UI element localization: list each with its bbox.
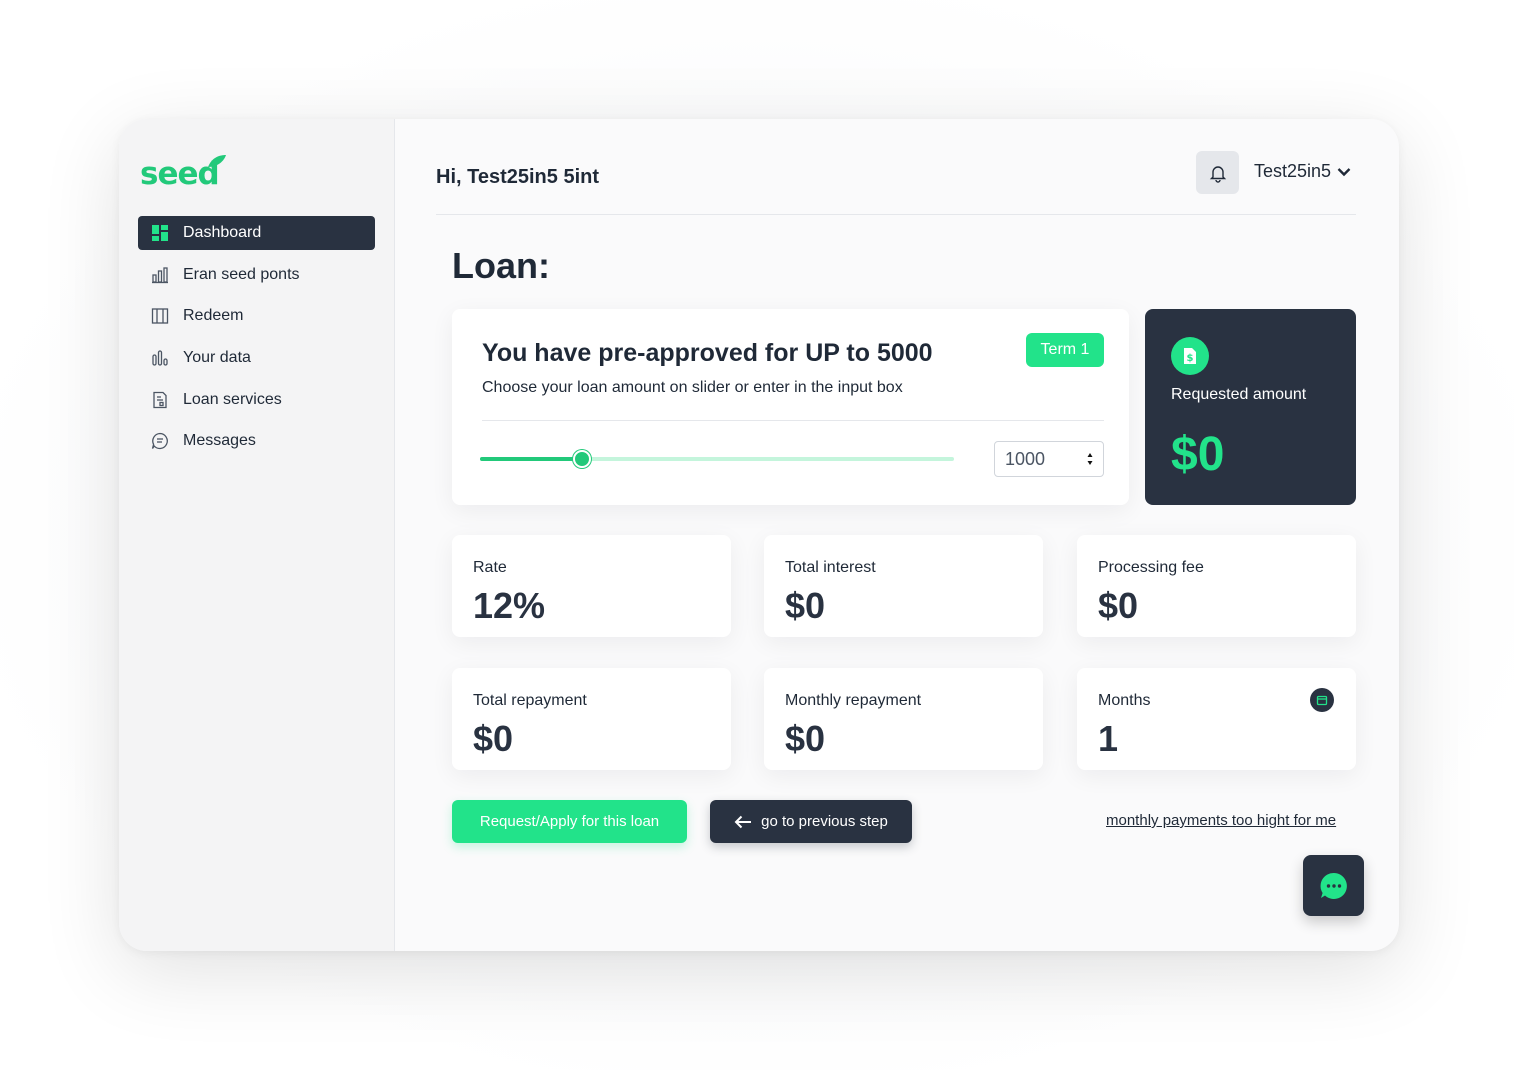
stat-card-processing-fee: Processing fee $0 bbox=[1077, 535, 1356, 637]
sidebar-item-label: Redeem bbox=[183, 307, 244, 325]
app-window: seed Dashboard Eran seed ponts Redeem Yo… bbox=[119, 119, 1399, 951]
sidebar-item-label: Dashboard bbox=[183, 224, 262, 241]
sidebar-item-label: Your data bbox=[183, 349, 251, 367]
page-title: Loan: bbox=[452, 245, 550, 286]
bar-chart-icon bbox=[151, 266, 169, 284]
sidebar-item-earn-seed-points[interactable]: Eran seed ponts bbox=[138, 258, 375, 292]
stat-label: Total interest bbox=[785, 559, 876, 576]
divider bbox=[482, 420, 1104, 421]
stat-value: 12% bbox=[473, 585, 546, 626]
user-menu[interactable]: Test25in5 bbox=[1254, 161, 1351, 182]
apply-loan-button[interactable]: Request/Apply for this loan bbox=[452, 800, 687, 843]
notifications-button[interactable] bbox=[1196, 151, 1239, 194]
sidebar-item-messages[interactable]: Messages bbox=[138, 424, 375, 458]
slider-fill bbox=[480, 457, 582, 461]
approval-subtitle: Choose your loan amount on slider or ent… bbox=[482, 379, 903, 396]
bell-icon bbox=[1209, 165, 1226, 183]
requested-amount-value: $0 bbox=[1171, 428, 1225, 481]
sidebar-item-dashboard[interactable]: Dashboard bbox=[138, 216, 375, 250]
sidebar-item-redeem[interactable]: Redeem bbox=[138, 299, 375, 333]
sidebar-item-label: Eran seed ponts bbox=[183, 265, 300, 283]
sidebar-item-loan-services[interactable]: Loan services bbox=[138, 383, 375, 417]
seed-logo[interactable]: seed bbox=[140, 153, 230, 195]
stat-card-total-repayment: Total repayment $0 bbox=[452, 668, 731, 770]
sidebar: seed Dashboard Eran seed ponts Redeem Yo… bbox=[119, 119, 395, 951]
loan-amount-slider[interactable] bbox=[480, 450, 954, 468]
arrow-left-icon bbox=[734, 815, 752, 828]
stat-value: $0 bbox=[785, 585, 826, 626]
stat-card-monthly-repayment: Monthly repayment $0 bbox=[764, 668, 1043, 770]
stat-value: $0 bbox=[785, 718, 826, 759]
username: Test25in5 bbox=[1254, 161, 1332, 181]
approval-title: You have pre-approved for UP to 5000 bbox=[482, 339, 933, 367]
greeting: Hi, Test25in5 5int bbox=[436, 166, 600, 188]
chat-icon bbox=[1320, 872, 1347, 899]
columns-icon bbox=[151, 307, 169, 325]
leaf-icon bbox=[208, 155, 226, 167]
svg-text:$: $ bbox=[1187, 353, 1194, 364]
slider-thumb[interactable] bbox=[572, 450, 591, 468]
previous-step-label: go to previous step bbox=[761, 813, 888, 830]
pre-approval-card: You have pre-approved for UP to 5000 Cho… bbox=[452, 309, 1129, 505]
calendar-icon[interactable] bbox=[1310, 688, 1334, 712]
chevron-down-icon bbox=[1337, 167, 1351, 176]
stat-card-total-interest: Total interest $0 bbox=[764, 535, 1043, 637]
data-chart-icon bbox=[151, 349, 169, 367]
payments-too-high-link[interactable]: monthly payments too hight for me bbox=[1106, 812, 1336, 829]
header-divider bbox=[436, 214, 1356, 215]
dollar-document-icon: $ bbox=[1171, 337, 1209, 375]
message-icon bbox=[151, 432, 169, 450]
stat-label: Processing fee bbox=[1098, 559, 1204, 576]
stat-value: $0 bbox=[473, 718, 514, 759]
stat-label: Monthly repayment bbox=[785, 692, 922, 709]
main-content: Hi, Test25in5 5int Test25in5 Loan: You h… bbox=[396, 119, 1399, 951]
sidebar-item-label: Loan services bbox=[183, 390, 282, 408]
dashboard-icon bbox=[151, 224, 169, 242]
sidebar-item-label: Messages bbox=[183, 432, 256, 450]
loan-amount-value: 1000 bbox=[1005, 448, 1046, 469]
chat-button[interactable] bbox=[1303, 855, 1364, 916]
term-badge[interactable]: Term 1 bbox=[1026, 333, 1104, 367]
requested-amount-label: Requested amount bbox=[1171, 386, 1307, 403]
stat-label: Rate bbox=[473, 559, 507, 576]
previous-step-button[interactable]: go to previous step bbox=[710, 800, 912, 843]
stat-value: $0 bbox=[1098, 585, 1139, 626]
sidebar-nav: Dashboard Eran seed ponts Redeem Your da… bbox=[138, 216, 375, 466]
loan-amount-input[interactable]: 1000 bbox=[994, 441, 1104, 477]
stat-label: Months bbox=[1098, 692, 1151, 709]
stat-label: Total repayment bbox=[473, 692, 587, 709]
stat-value: 1 bbox=[1098, 718, 1119, 759]
spinner-icon[interactable] bbox=[1087, 452, 1093, 466]
requested-amount-card: $ Requested amount $0 bbox=[1145, 309, 1356, 505]
stat-card-months: Months 1 bbox=[1077, 668, 1356, 770]
sidebar-item-your-data[interactable]: Your data bbox=[138, 341, 375, 375]
document-icon bbox=[151, 391, 169, 409]
stat-card-rate: Rate 12% bbox=[452, 535, 731, 637]
